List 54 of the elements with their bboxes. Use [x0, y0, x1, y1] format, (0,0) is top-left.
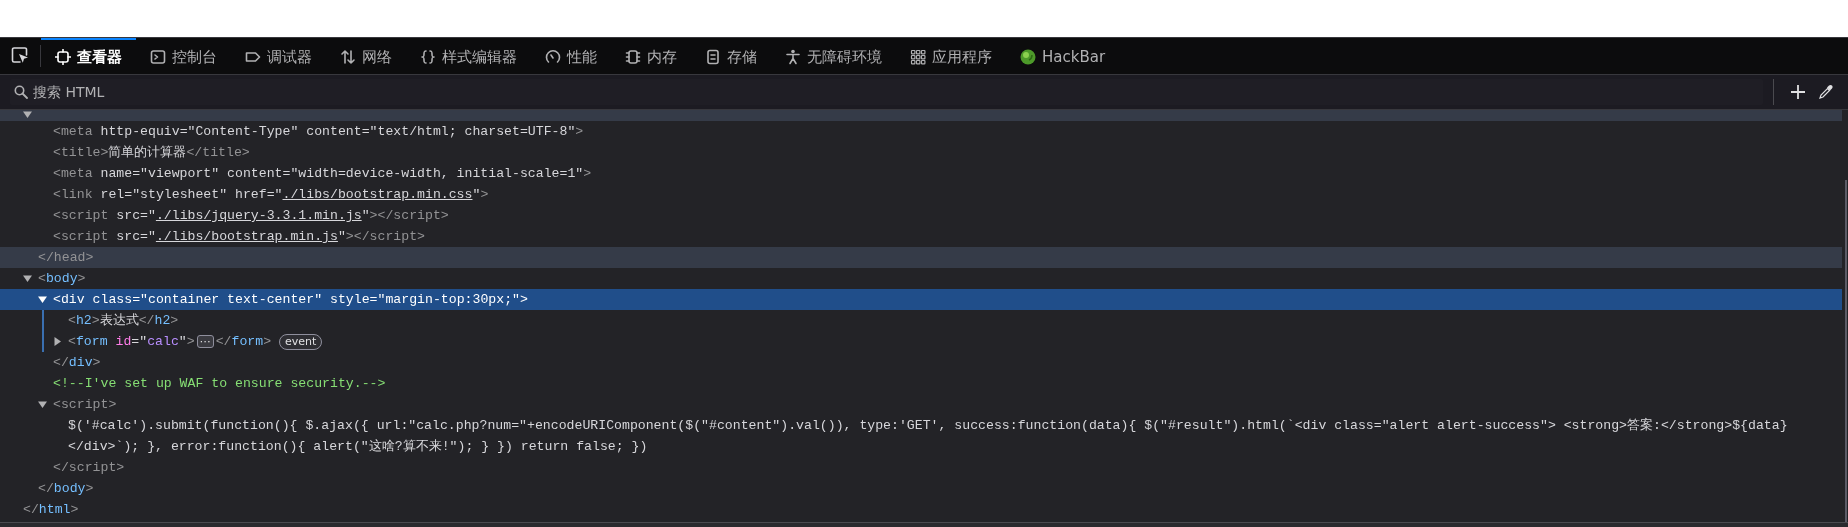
gauge-icon: [545, 49, 561, 65]
collapse-arrow-icon[interactable]: [38, 295, 47, 304]
search-icon: [14, 85, 28, 99]
chip-icon: [625, 49, 641, 65]
markup-text: </body>: [38, 480, 94, 498]
eyedropper-icon: [1818, 84, 1834, 100]
devtools-tab[interactable]: 网络: [326, 38, 406, 74]
grid-icon: [910, 49, 926, 65]
markup-text: <script src="./libs/bootstrap.min.js"></script>: [53, 228, 425, 246]
terminal-icon: [150, 49, 166, 65]
storage-icon: [705, 49, 721, 65]
cursor-box-icon: [11, 47, 29, 65]
crosshair-square-icon: [55, 49, 71, 65]
tag-shape-icon: [245, 49, 261, 65]
script-source-text: $('#calc').submit(function(){ $.ajax({ url:"calc.php?num="+encodeURIComponent($("#content").val()), type:'GET', success:function(data){ $("#result").html(`<div class="alert alert-success"> <strong>答案:</strong>${data} </div>`); }, error:function(){ alert("这啥?算不来!"); } }) return false; }): [68, 417, 1789, 456]
devtools-tab[interactable]: 样式编辑器: [406, 38, 531, 74]
devtools-tab[interactable]: 控制台: [136, 38, 231, 74]
html-comment: <!--I've set up WAF to ensure security.-->: [53, 375, 386, 393]
markup-text: <h2>表达式</h2>: [68, 312, 179, 330]
selected-row[interactable]: <div class="container text-center" style="margin-top:30px;">: [0, 289, 1842, 310]
markup-text: </head>: [38, 249, 94, 267]
up-down-arrows-icon: [340, 49, 356, 65]
devtools-tab[interactable]: 存储: [691, 38, 771, 74]
markup-text: </div>: [53, 354, 101, 372]
markup-text: <div class="container text-center" style="margin-top:30px;">: [53, 291, 528, 309]
markup-text: <script src="./libs/jquery-3.3.1.min.js"></script>: [53, 207, 449, 225]
devtools-tab[interactable]: 调试器: [231, 38, 326, 74]
collapse-arrow-icon[interactable]: [23, 274, 32, 283]
sphere-icon: [1020, 49, 1036, 65]
plus-icon: [1790, 84, 1806, 100]
scrollbar[interactable]: [1845, 180, 1847, 522]
highlighted-row[interactable]: </head>: [0, 247, 1842, 268]
curly-braces-icon: [420, 49, 436, 65]
person-icon: [785, 49, 801, 65]
markup-text: <title>简单的计算器</title>: [53, 144, 250, 162]
markup-text: </script>: [53, 459, 125, 477]
collapsed-content-button[interactable]: ⋯: [196, 335, 214, 348]
devtools-tab[interactable]: 应用程序: [896, 38, 1006, 74]
expand-arrow-icon[interactable]: [53, 337, 62, 346]
devtools-tab[interactable]: 内存: [611, 38, 691, 74]
devtools-tab[interactable]: 性能: [531, 38, 611, 74]
markup-text: <form id="calc">: [68, 333, 195, 351]
event-badge[interactable]: event: [279, 333, 323, 350]
markup-text: <link rel="stylesheet" href="./libs/bootstrap.min.css">: [53, 186, 489, 204]
collapse-arrow-icon[interactable]: [23, 110, 32, 119]
devtools-tab[interactable]: HackBar: [1006, 38, 1120, 74]
markup-text: </html>: [23, 501, 79, 519]
markup-text: <meta http-equiv="Content-Type" content="text/html; charset=UTF-8">: [53, 123, 584, 141]
markup-text: </form>: [215, 333, 272, 351]
collapse-arrow-icon[interactable]: [38, 400, 47, 409]
markup-text: <script>: [53, 396, 117, 414]
markup-text: <body>: [38, 270, 86, 288]
markup-text: <meta name="viewport" content="width=device-width, initial-scale=1">: [53, 165, 592, 183]
devtools-tab[interactable]: 无障碍环境: [771, 38, 896, 74]
